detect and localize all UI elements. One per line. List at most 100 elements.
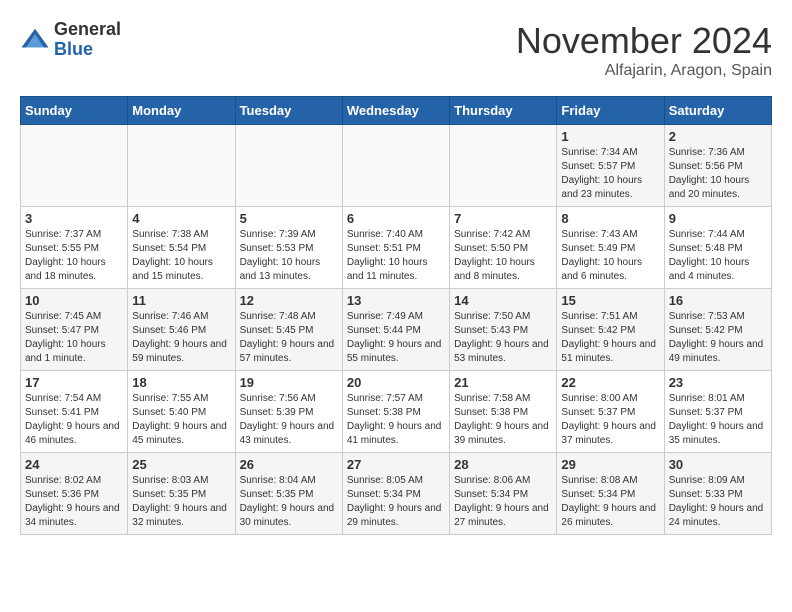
day-info: Sunrise: 7:56 AM Sunset: 5:39 PM Dayligh… xyxy=(240,392,338,448)
day-cell xyxy=(128,125,235,207)
day-number: 15 xyxy=(561,293,659,308)
day-number: 28 xyxy=(454,457,552,472)
day-number: 21 xyxy=(454,375,552,390)
day-number: 29 xyxy=(561,457,659,472)
day-number: 20 xyxy=(347,375,445,390)
month-title: November 2024 xyxy=(516,20,772,62)
day-info: Sunrise: 7:49 AM Sunset: 5:44 PM Dayligh… xyxy=(347,310,445,366)
calendar-table: SundayMondayTuesdayWednesdayThursdayFrid… xyxy=(20,96,772,535)
day-cell xyxy=(235,125,342,207)
day-number: 25 xyxy=(132,457,230,472)
day-number: 12 xyxy=(240,293,338,308)
logo-text: General Blue xyxy=(54,20,121,60)
day-cell: 11 Sunrise: 7:46 AM Sunset: 5:46 PM Dayli… xyxy=(128,289,235,371)
week-row-3: 10 Sunrise: 7:45 AM Sunset: 5:47 PM Dayli… xyxy=(21,289,772,371)
day-cell: 7 Sunrise: 7:42 AM Sunset: 5:50 PM Daylig… xyxy=(450,207,557,289)
day-cell: 9Sunrise: 7:44 AM Sunset: 5:48 PM Daylig… xyxy=(664,207,771,289)
column-header-friday: Friday xyxy=(557,97,664,125)
day-info: Sunrise: 7:43 AM Sunset: 5:49 PM Dayligh… xyxy=(561,228,659,284)
day-number: 17 xyxy=(25,375,123,390)
day-info: Sunrise: 7:54 AM Sunset: 5:41 PM Dayligh… xyxy=(25,392,123,448)
day-info: Sunrise: 7:57 AM Sunset: 5:38 PM Dayligh… xyxy=(347,392,445,448)
column-header-thursday: Thursday xyxy=(450,97,557,125)
day-number: 16 xyxy=(669,293,767,308)
day-cell: 30 Sunrise: 8:09 AM Sunset: 5:33 PM Dayli… xyxy=(664,453,771,535)
week-row-5: 24 Sunrise: 8:02 AM Sunset: 5:36 PM Dayli… xyxy=(21,453,772,535)
day-info: Sunrise: 7:48 AM Sunset: 5:45 PM Dayligh… xyxy=(240,310,338,366)
day-info: Sunrise: 8:04 AM Sunset: 5:35 PM Dayligh… xyxy=(240,474,338,530)
day-cell: 21Sunrise: 7:58 AM Sunset: 5:38 PM Dayli… xyxy=(450,371,557,453)
day-cell: 14Sunrise: 7:50 AM Sunset: 5:43 PM Dayli… xyxy=(450,289,557,371)
day-cell: 22 Sunrise: 8:00 AM Sunset: 5:37 PM Dayli… xyxy=(557,371,664,453)
day-info: Sunrise: 8:09 AM Sunset: 5:33 PM Dayligh… xyxy=(669,474,767,530)
day-cell: 23 Sunrise: 8:01 AM Sunset: 5:37 PM Dayli… xyxy=(664,371,771,453)
day-number: 18 xyxy=(132,375,230,390)
day-cell: 28 Sunrise: 8:06 AM Sunset: 5:34 PM Dayli… xyxy=(450,453,557,535)
day-number: 4 xyxy=(132,211,230,226)
day-number: 23 xyxy=(669,375,767,390)
page-header: General Blue November 2024 Alfajarin, Ar… xyxy=(20,20,772,80)
logo-blue: Blue xyxy=(54,40,121,60)
day-info: Sunrise: 7:40 AM Sunset: 5:51 PM Dayligh… xyxy=(347,228,445,284)
day-cell: 18 Sunrise: 7:55 AM Sunset: 5:40 PM Dayli… xyxy=(128,371,235,453)
day-cell: 29 Sunrise: 8:08 AM Sunset: 5:34 PM Dayli… xyxy=(557,453,664,535)
logo-icon xyxy=(20,25,50,55)
day-info: Sunrise: 7:37 AM Sunset: 5:55 PM Dayligh… xyxy=(25,228,123,284)
day-number: 3 xyxy=(25,211,123,226)
day-info: Sunrise: 7:42 AM Sunset: 5:50 PM Dayligh… xyxy=(454,228,552,284)
day-info: Sunrise: 7:45 AM Sunset: 5:47 PM Dayligh… xyxy=(25,310,123,366)
day-info: Sunrise: 7:46 AM Sunset: 5:46 PM Dayligh… xyxy=(132,310,230,366)
day-info: Sunrise: 7:55 AM Sunset: 5:40 PM Dayligh… xyxy=(132,392,230,448)
day-number: 2 xyxy=(669,129,767,144)
day-cell: 20 Sunrise: 7:57 AM Sunset: 5:38 PM Dayli… xyxy=(342,371,449,453)
day-info: Sunrise: 7:34 AM Sunset: 5:57 PM Dayligh… xyxy=(561,146,659,202)
day-number: 9 xyxy=(669,211,767,226)
day-number: 5 xyxy=(240,211,338,226)
day-cell: 17 Sunrise: 7:54 AM Sunset: 5:41 PM Dayli… xyxy=(21,371,128,453)
day-number: 22 xyxy=(561,375,659,390)
day-cell: 12 Sunrise: 7:48 AM Sunset: 5:45 PM Dayli… xyxy=(235,289,342,371)
day-info: Sunrise: 7:51 AM Sunset: 5:42 PM Dayligh… xyxy=(561,310,659,366)
column-header-wednesday: Wednesday xyxy=(342,97,449,125)
day-info: Sunrise: 8:02 AM Sunset: 5:36 PM Dayligh… xyxy=(25,474,123,530)
week-row-1: 1Sunrise: 7:34 AM Sunset: 5:57 PM Daylig… xyxy=(21,125,772,207)
column-header-tuesday: Tuesday xyxy=(235,97,342,125)
day-number: 10 xyxy=(25,293,123,308)
day-info: Sunrise: 8:01 AM Sunset: 5:37 PM Dayligh… xyxy=(669,392,767,448)
day-info: Sunrise: 7:36 AM Sunset: 5:56 PM Dayligh… xyxy=(669,146,767,202)
day-cell xyxy=(342,125,449,207)
logo-general: General xyxy=(54,20,121,40)
day-cell: 26 Sunrise: 8:04 AM Sunset: 5:35 PM Dayli… xyxy=(235,453,342,535)
day-number: 7 xyxy=(454,211,552,226)
day-info: Sunrise: 7:39 AM Sunset: 5:53 PM Dayligh… xyxy=(240,228,338,284)
day-cell: 19Sunrise: 7:56 AM Sunset: 5:39 PM Dayli… xyxy=(235,371,342,453)
day-number: 26 xyxy=(240,457,338,472)
day-info: Sunrise: 8:06 AM Sunset: 5:34 PM Dayligh… xyxy=(454,474,552,530)
day-info: Sunrise: 8:00 AM Sunset: 5:37 PM Dayligh… xyxy=(561,392,659,448)
day-cell: 8Sunrise: 7:43 AM Sunset: 5:49 PM Daylig… xyxy=(557,207,664,289)
day-cell: 4 Sunrise: 7:38 AM Sunset: 5:54 PM Daylig… xyxy=(128,207,235,289)
day-number: 24 xyxy=(25,457,123,472)
week-row-4: 17 Sunrise: 7:54 AM Sunset: 5:41 PM Dayli… xyxy=(21,371,772,453)
day-number: 14 xyxy=(454,293,552,308)
day-number: 13 xyxy=(347,293,445,308)
column-header-saturday: Saturday xyxy=(664,97,771,125)
day-info: Sunrise: 8:08 AM Sunset: 5:34 PM Dayligh… xyxy=(561,474,659,530)
day-cell: 16 Sunrise: 7:53 AM Sunset: 5:42 PM Dayli… xyxy=(664,289,771,371)
day-number: 27 xyxy=(347,457,445,472)
day-cell xyxy=(21,125,128,207)
column-header-sunday: Sunday xyxy=(21,97,128,125)
day-info: Sunrise: 7:38 AM Sunset: 5:54 PM Dayligh… xyxy=(132,228,230,284)
day-info: Sunrise: 8:05 AM Sunset: 5:34 PM Dayligh… xyxy=(347,474,445,530)
day-number: 30 xyxy=(669,457,767,472)
location: Alfajarin, Aragon, Spain xyxy=(516,62,772,80)
day-cell: 1Sunrise: 7:34 AM Sunset: 5:57 PM Daylig… xyxy=(557,125,664,207)
day-cell: 25Sunrise: 8:03 AM Sunset: 5:35 PM Dayli… xyxy=(128,453,235,535)
day-cell: 27 Sunrise: 8:05 AM Sunset: 5:34 PM Dayli… xyxy=(342,453,449,535)
day-number: 11 xyxy=(132,293,230,308)
day-cell xyxy=(450,125,557,207)
day-cell: 2 Sunrise: 7:36 AM Sunset: 5:56 PM Daylig… xyxy=(664,125,771,207)
header-row: SundayMondayTuesdayWednesdayThursdayFrid… xyxy=(21,97,772,125)
day-info: Sunrise: 7:53 AM Sunset: 5:42 PM Dayligh… xyxy=(669,310,767,366)
day-cell: 10 Sunrise: 7:45 AM Sunset: 5:47 PM Dayli… xyxy=(21,289,128,371)
